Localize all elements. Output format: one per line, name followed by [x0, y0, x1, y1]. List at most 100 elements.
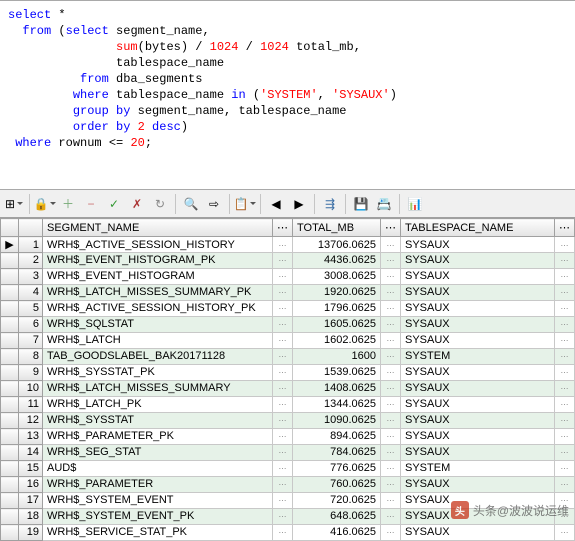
- find-icon[interactable]: 🔍: [181, 194, 201, 214]
- cell-expand-icon[interactable]: ⋯: [273, 397, 293, 413]
- sql-editor[interactable]: select * from (select segment_name, sum(…: [0, 0, 575, 190]
- cell-expand-icon[interactable]: ⋯: [555, 317, 575, 333]
- cell-total-mb[interactable]: 1090.0625: [293, 413, 381, 429]
- cell-expand-icon[interactable]: ⋯: [381, 365, 401, 381]
- cell-segment-name[interactable]: WRH$_EVENT_HISTOGRAM_PK: [43, 253, 273, 269]
- cell-total-mb[interactable]: 784.0625: [293, 445, 381, 461]
- cell-tablespace-name[interactable]: SYSAUX: [401, 413, 555, 429]
- cell-total-mb[interactable]: 720.0625: [293, 493, 381, 509]
- table-row[interactable]: 18WRH$_SYSTEM_EVENT_PK⋯648.0625⋯SYSAUX⋯: [1, 509, 575, 525]
- cell-total-mb[interactable]: 894.0625: [293, 429, 381, 445]
- cell-expand-icon[interactable]: ⋯: [273, 301, 293, 317]
- cell-tablespace-name[interactable]: SYSAUX: [401, 285, 555, 301]
- cell-expand-icon[interactable]: ⋯: [381, 237, 401, 253]
- cell-expand-icon[interactable]: ⋯: [381, 301, 401, 317]
- table-row[interactable]: 12WRH$_SYSSTAT⋯1090.0625⋯SYSAUX⋯: [1, 413, 575, 429]
- cell-segment-name[interactable]: WRH$_EVENT_HISTOGRAM: [43, 269, 273, 285]
- cell-segment-name[interactable]: WRH$_SQLSTAT: [43, 317, 273, 333]
- cell-expand-icon[interactable]: ⋯: [381, 381, 401, 397]
- next-icon[interactable]: ▶: [289, 194, 309, 214]
- cell-expand-icon[interactable]: ⋯: [555, 285, 575, 301]
- table-row[interactable]: 9WRH$_SYSSTAT_PK⋯1539.0625⋯SYSAUX⋯: [1, 365, 575, 381]
- prev-icon[interactable]: ◀: [266, 194, 286, 214]
- cell-expand-icon[interactable]: ⋯: [555, 237, 575, 253]
- cell-expand-icon[interactable]: ⋯: [381, 269, 401, 285]
- cell-segment-name[interactable]: WRH$_SYSSTAT_PK: [43, 365, 273, 381]
- cell-segment-name[interactable]: WRH$_PARAMETER_PK: [43, 429, 273, 445]
- cell-segment-name[interactable]: WRH$_LATCH: [43, 333, 273, 349]
- cell-tablespace-name[interactable]: SYSAUX: [401, 381, 555, 397]
- cell-expand-icon[interactable]: ⋯: [555, 429, 575, 445]
- cell-expand-icon[interactable]: ⋯: [381, 509, 401, 525]
- table-row[interactable]: 6WRH$_SQLSTAT⋯1605.0625⋯SYSAUX⋯: [1, 317, 575, 333]
- cell-expand-icon[interactable]: ⋯: [273, 525, 293, 541]
- cell-expand-icon[interactable]: ⋯: [273, 477, 293, 493]
- cell-tablespace-name[interactable]: SYSAUX: [401, 525, 555, 541]
- cell-total-mb[interactable]: 416.0625: [293, 525, 381, 541]
- cell-expand-icon[interactable]: ⋯: [555, 253, 575, 269]
- cell-expand-icon[interactable]: ⋯: [555, 413, 575, 429]
- cell-segment-name[interactable]: WRH$_SYSSTAT: [43, 413, 273, 429]
- result-grid[interactable]: SEGMENT_NAME ⋯ TOTAL_MB ⋯ TABLESPACE_NAM…: [0, 218, 575, 541]
- cell-total-mb[interactable]: 1602.0625: [293, 333, 381, 349]
- table-row[interactable]: 14WRH$_SEG_STAT⋯784.0625⋯SYSAUX⋯: [1, 445, 575, 461]
- header-totalmb[interactable]: TOTAL_MB: [293, 219, 381, 237]
- cell-segment-name[interactable]: WRH$_LATCH_MISSES_SUMMARY_PK: [43, 285, 273, 301]
- cancel-icon[interactable]: ✗: [127, 194, 147, 214]
- cell-expand-icon[interactable]: ⋯: [273, 253, 293, 269]
- cell-expand-icon[interactable]: ⋯: [273, 445, 293, 461]
- cell-expand-icon[interactable]: ⋯: [555, 397, 575, 413]
- cell-expand-icon[interactable]: ⋯: [273, 509, 293, 525]
- cell-total-mb[interactable]: 4436.0625: [293, 253, 381, 269]
- cell-expand-icon[interactable]: ⋯: [273, 349, 293, 365]
- cell-segment-name[interactable]: WRH$_ACTIVE_SESSION_HISTORY_PK: [43, 301, 273, 317]
- cell-tablespace-name[interactable]: SYSAUX: [401, 445, 555, 461]
- cell-expand-icon[interactable]: ⋯: [555, 381, 575, 397]
- chart-icon[interactable]: 📊: [405, 194, 425, 214]
- save-icon[interactable]: 💾: [351, 194, 371, 214]
- cell-total-mb[interactable]: 1539.0625: [293, 365, 381, 381]
- cell-expand-icon[interactable]: ⋯: [273, 237, 293, 253]
- cell-segment-name[interactable]: WRH$_PARAMETER: [43, 477, 273, 493]
- table-row[interactable]: 16WRH$_PARAMETER⋯760.0625⋯SYSAUX⋯: [1, 477, 575, 493]
- cell-tablespace-name[interactable]: SYSAUX: [401, 477, 555, 493]
- cell-expand-icon[interactable]: ⋯: [381, 349, 401, 365]
- cell-tablespace-name[interactable]: SYSTEM: [401, 461, 555, 477]
- cell-expand-icon[interactable]: ⋯: [381, 429, 401, 445]
- grid-layout-icon[interactable]: ⊞: [4, 194, 24, 214]
- cell-segment-name[interactable]: WRH$_LATCH_MISSES_SUMMARY: [43, 381, 273, 397]
- cell-segment-name[interactable]: AUD$: [43, 461, 273, 477]
- cell-segment-name[interactable]: TAB_GOODSLABEL_BAK20171128: [43, 349, 273, 365]
- cell-total-mb[interactable]: 1920.0625: [293, 285, 381, 301]
- cell-expand-icon[interactable]: ⋯: [273, 317, 293, 333]
- cell-segment-name[interactable]: WRH$_SEG_STAT: [43, 445, 273, 461]
- table-row[interactable]: 7WRH$_LATCH⋯1602.0625⋯SYSAUX⋯: [1, 333, 575, 349]
- cell-expand-icon[interactable]: ⋯: [381, 317, 401, 333]
- cell-tablespace-name[interactable]: SYSAUX: [401, 493, 555, 509]
- cell-expand-icon[interactable]: ⋯: [273, 285, 293, 301]
- cell-segment-name[interactable]: WRH$_SERVICE_STAT_PK: [43, 525, 273, 541]
- table-row[interactable]: 15AUD$⋯776.0625⋯SYSTEM⋯: [1, 461, 575, 477]
- cell-segment-name[interactable]: WRH$_SYSTEM_EVENT_PK: [43, 509, 273, 525]
- cell-expand-icon[interactable]: ⋯: [273, 461, 293, 477]
- cell-tablespace-name[interactable]: SYSAUX: [401, 317, 555, 333]
- cell-tablespace-name[interactable]: SYSAUX: [401, 301, 555, 317]
- table-row[interactable]: 17WRH$_SYSTEM_EVENT⋯720.0625⋯SYSAUX⋯: [1, 493, 575, 509]
- copy-icon[interactable]: 📋: [235, 194, 255, 214]
- cell-total-mb[interactable]: 1796.0625: [293, 301, 381, 317]
- cell-expand-icon[interactable]: ⋯: [273, 413, 293, 429]
- cell-tablespace-name[interactable]: SYSAUX: [401, 269, 555, 285]
- header-tablespace[interactable]: TABLESPACE_NAME: [401, 219, 555, 237]
- cell-total-mb[interactable]: 1600: [293, 349, 381, 365]
- cell-expand-icon[interactable]: ⋯: [381, 461, 401, 477]
- cell-expand-icon[interactable]: ⋯: [273, 493, 293, 509]
- table-row[interactable]: 4WRH$_LATCH_MISSES_SUMMARY_PK⋯1920.0625⋯…: [1, 285, 575, 301]
- table-row[interactable]: 19WRH$_SERVICE_STAT_PK⋯416.0625⋯SYSAUX⋯: [1, 525, 575, 541]
- cell-expand-icon[interactable]: ⋯: [273, 333, 293, 349]
- lock-icon[interactable]: 🔒: [35, 194, 55, 214]
- cell-expand-icon[interactable]: ⋯: [381, 397, 401, 413]
- cell-expand-icon[interactable]: ⋯: [381, 477, 401, 493]
- remove-icon[interactable]: −: [81, 194, 101, 214]
- cell-tablespace-name[interactable]: SYSAUX: [401, 509, 555, 525]
- header-segment[interactable]: SEGMENT_NAME: [43, 219, 273, 237]
